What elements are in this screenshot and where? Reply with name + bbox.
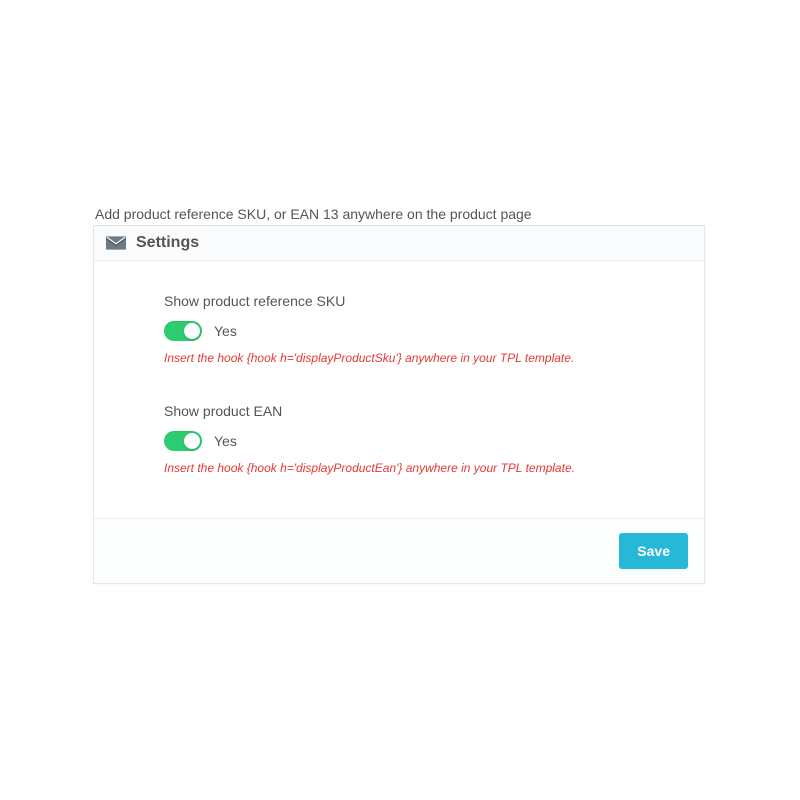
panel-header: Settings — [94, 226, 704, 261]
settings-module: Add product reference SKU, or EAN 13 any… — [93, 205, 705, 584]
toggle-show-sku[interactable] — [164, 321, 202, 341]
toggle-row-sku: Yes — [164, 321, 674, 341]
save-button[interactable]: Save — [619, 533, 688, 569]
settings-panel: Settings Show product reference SKU Yes … — [93, 225, 705, 584]
field-label-sku: Show product reference SKU — [164, 293, 674, 309]
help-text-ean: Insert the hook {hook h='displayProductE… — [164, 461, 674, 477]
panel-title: Settings — [136, 234, 199, 252]
toggle-state-ean: Yes — [214, 433, 237, 449]
field-show-sku: Show product reference SKU Yes Insert th… — [164, 293, 674, 367]
help-text-sku: Insert the hook {hook h='displayProductS… — [164, 351, 674, 367]
toggle-knob — [184, 323, 200, 339]
toggle-state-sku: Yes — [214, 323, 237, 339]
field-show-ean: Show product EAN Yes Insert the hook {ho… — [164, 403, 674, 477]
intro-text: Add product reference SKU, or EAN 13 any… — [93, 205, 705, 225]
panel-body: Show product reference SKU Yes Insert th… — [94, 261, 704, 518]
toggle-row-ean: Yes — [164, 431, 674, 451]
toggle-knob — [184, 433, 200, 449]
field-label-ean: Show product EAN — [164, 403, 674, 419]
toggle-show-ean[interactable] — [164, 431, 202, 451]
panel-footer: Save — [94, 518, 704, 583]
envelope-icon — [106, 236, 126, 250]
